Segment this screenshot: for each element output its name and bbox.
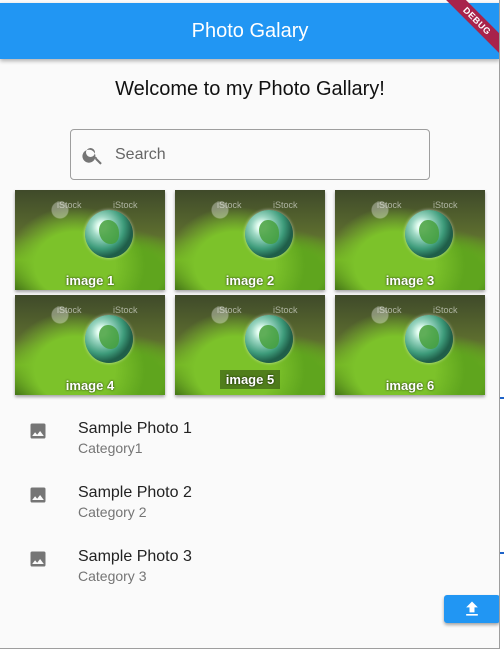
list-item[interactable]: Sample Photo 1 Category1: [0, 406, 499, 466]
list-item[interactable]: Sample Photo 3 Category 3: [0, 534, 499, 594]
tile-caption-text: image 6: [385, 378, 435, 393]
list-item-category: Category 2: [78, 504, 147, 520]
tile-caption-text: image 4: [65, 378, 115, 393]
list-item-category: Category1: [78, 440, 143, 456]
watermark: iStock: [113, 305, 138, 315]
tile-caption: image 4: [15, 378, 165, 393]
gallery-tile-5[interactable]: iStock iStock image 5: [175, 295, 325, 395]
tile-caption-text: image 3: [385, 273, 435, 288]
globe-image: [245, 210, 293, 258]
tile-caption: image 2: [175, 273, 325, 288]
image-icon: [30, 487, 46, 503]
globe-image: [85, 315, 133, 363]
watermark: iStock: [57, 305, 82, 315]
app-bar: Photo Galary: [0, 3, 499, 59]
list-item[interactable]: Sample Photo 2 Category 2: [0, 470, 499, 530]
gallery-tile-1[interactable]: iStock iStock image 1: [15, 190, 165, 290]
image-icon: [30, 423, 46, 439]
app-window: Photo Galary DEBUG Welcome to my Photo G…: [0, 0, 500, 649]
list-item-title: Sample Photo 1: [78, 420, 192, 437]
search-field[interactable]: [70, 129, 430, 180]
tile-caption: image 3: [335, 273, 485, 288]
tile-caption: image 5: [175, 370, 325, 389]
tile-caption: image 6: [335, 378, 485, 393]
upload-button[interactable]: [444, 595, 499, 623]
watermark: iStock: [273, 305, 298, 315]
watermark: iStock: [433, 305, 458, 315]
list-item-category: Category 3: [78, 568, 147, 584]
watermark: iStock: [217, 305, 242, 315]
scroll-marker: [500, 397, 504, 399]
tile-caption-text: image 1: [65, 273, 115, 288]
list-item-title: Sample Photo 2: [78, 484, 192, 501]
watermark: iStock: [377, 200, 402, 210]
search-input[interactable]: [113, 144, 397, 165]
tile-caption: image 1: [15, 273, 165, 288]
watermark: iStock: [273, 200, 298, 210]
upload-icon: [466, 601, 478, 616]
scroll-marker: [500, 552, 504, 554]
list-item-title: Sample Photo 3: [78, 548, 192, 565]
watermark: iStock: [433, 200, 458, 210]
app-title: Photo Galary: [191, 19, 309, 42]
tile-caption-text: image 5: [219, 370, 281, 389]
globe-image: [405, 210, 453, 258]
image-icon: [30, 551, 46, 567]
welcome-heading: Welcome to my Photo Gallary!: [115, 78, 385, 100]
search-icon: [82, 147, 102, 165]
tile-caption-text: image 2: [225, 273, 275, 288]
watermark: iStock: [377, 305, 402, 315]
gallery-tile-4[interactable]: iStock iStock image 4: [15, 295, 165, 395]
watermark: iStock: [57, 200, 82, 210]
photo-grid: iStock iStock image 1 iStock iStock imag…: [15, 190, 485, 395]
watermark: iStock: [217, 200, 242, 210]
gallery-tile-6[interactable]: iStock iStock image 6: [335, 295, 485, 395]
gallery-tile-2[interactable]: iStock iStock image 2: [175, 190, 325, 290]
globe-image: [85, 210, 133, 258]
globe-image: [245, 315, 293, 363]
globe-image: [405, 315, 453, 363]
gallery-tile-3[interactable]: iStock iStock image 3: [335, 190, 485, 290]
watermark: iStock: [113, 200, 138, 210]
